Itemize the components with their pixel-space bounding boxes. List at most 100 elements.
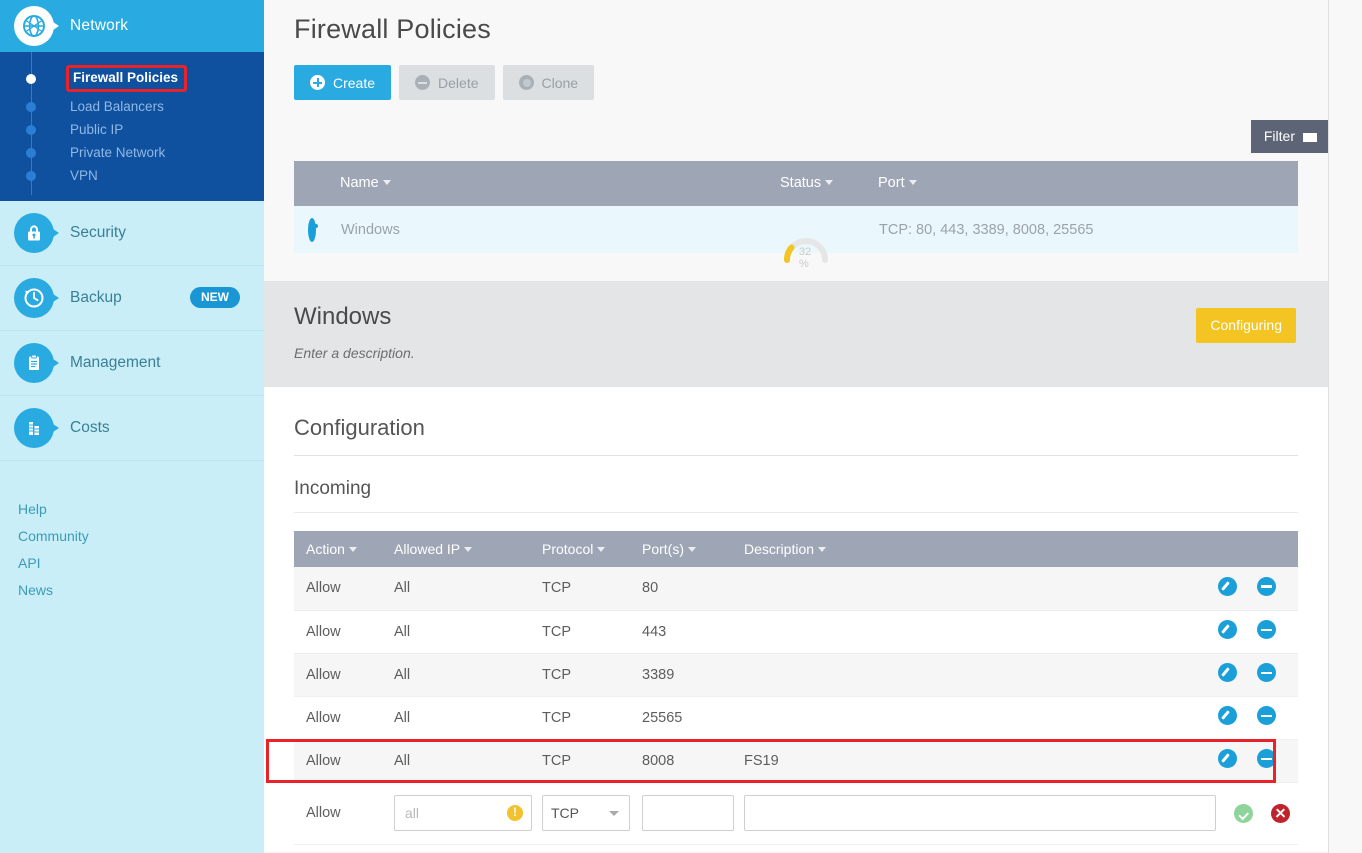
- sidebar-section-network[interactable]: Network: [0, 0, 264, 52]
- sidebar-item-security[interactable]: Security: [0, 201, 264, 266]
- policy-header-status-label: Status: [780, 175, 821, 191]
- rules-header-action[interactable]: Action: [294, 531, 394, 567]
- rules-header-allowed-ip[interactable]: Allowed IP: [394, 531, 542, 567]
- rule-description: [744, 610, 1188, 653]
- sidebar-item-costs[interactable]: Costs: [0, 396, 264, 461]
- policy-header-status[interactable]: Status: [780, 161, 878, 206]
- table-row-highlighted[interactable]: Allow All TCP 8008 FS19: [294, 739, 1298, 782]
- sidebar-item-private-network[interactable]: Private Network: [0, 141, 264, 164]
- rules-header-description[interactable]: Description: [744, 531, 1188, 567]
- configuration-title: Configuration: [294, 387, 1298, 456]
- rules-header-protocol[interactable]: Protocol: [542, 531, 642, 567]
- remove-rule-icon[interactable]: [1257, 577, 1276, 596]
- rule-actions-cell: [1188, 653, 1298, 696]
- submenu-dot-icon: [26, 102, 36, 112]
- sidebar-item-load-balancers[interactable]: Load Balancers: [0, 95, 264, 118]
- rule-description: [744, 653, 1188, 696]
- edit-rule-icon[interactable]: [1218, 663, 1237, 682]
- clock-restore-icon: [14, 278, 54, 318]
- status-badge: Configuring: [1196, 308, 1296, 343]
- delete-button[interactable]: Delete: [399, 65, 494, 100]
- rule-action: Allow: [294, 610, 394, 653]
- bar-chart-icon: [14, 408, 54, 448]
- clipboard-icon: [14, 343, 54, 383]
- sidebar-item-private-network-label: Private Network: [70, 145, 165, 160]
- policy-header-port[interactable]: Port: [878, 161, 1298, 206]
- delete-button-label: Delete: [438, 75, 478, 91]
- table-row[interactable]: Allow All TCP 3389: [294, 653, 1298, 696]
- description-input[interactable]: [744, 795, 1216, 831]
- clone-button-label: Clone: [542, 75, 579, 91]
- sidebar-item-vpn[interactable]: VPN: [0, 164, 264, 187]
- link-news[interactable]: News: [18, 582, 264, 598]
- sidebar: Network Firewall Policies Load Balancers…: [0, 0, 264, 853]
- confirm-rule-icon[interactable]: [1234, 804, 1253, 823]
- sidebar-network-label: Network: [70, 17, 128, 35]
- remove-rule-icon[interactable]: [1257, 706, 1276, 725]
- table-row[interactable]: Allow All TCP 80: [294, 567, 1298, 610]
- protocol-select[interactable]: TCP: [542, 795, 630, 831]
- clone-button[interactable]: Clone: [503, 65, 595, 100]
- policy-row-radio-cell[interactable]: [294, 206, 340, 253]
- ports-input[interactable]: [642, 795, 734, 831]
- sidebar-item-security-label: Security: [70, 224, 126, 242]
- rule-actions-cell: [1188, 696, 1298, 739]
- rules-header-action-label: Action: [306, 541, 345, 557]
- table-row[interactable]: Allow All TCP 25565: [294, 696, 1298, 739]
- rule-ports: 443: [642, 610, 744, 653]
- minus-icon: [415, 75, 430, 90]
- sidebar-item-management[interactable]: Management: [0, 331, 264, 396]
- sort-caret-icon: [464, 547, 472, 552]
- rule-description: [744, 696, 1188, 739]
- edit-rule-icon[interactable]: [1218, 620, 1237, 639]
- policy-table-header-row: Name Status Port: [294, 161, 1298, 206]
- cancel-rule-icon[interactable]: [1271, 804, 1290, 823]
- new-rule-row[interactable]: Allow TCP: [294, 782, 1298, 844]
- remove-rule-icon[interactable]: [1257, 749, 1276, 768]
- sidebar-item-public-ip[interactable]: Public IP: [0, 118, 264, 141]
- detail-description-placeholder[interactable]: Enter a description.: [294, 345, 1298, 361]
- policy-radio-selected[interactable]: [308, 218, 316, 242]
- rule-allowed-ip: All: [394, 653, 542, 696]
- sidebar-footer-links: Help Community API News: [0, 461, 264, 598]
- create-button[interactable]: Create: [294, 65, 391, 100]
- sidebar-item-public-ip-label: Public IP: [70, 122, 123, 137]
- backup-new-badge: NEW: [190, 287, 240, 308]
- sort-caret-icon: [597, 547, 605, 552]
- rule-ports: 8008: [642, 739, 744, 782]
- policy-header-name[interactable]: Name: [340, 161, 780, 206]
- edit-rule-icon[interactable]: [1218, 577, 1237, 596]
- rule-action: Allow: [294, 696, 394, 739]
- lock-icon: [14, 213, 54, 253]
- rules-header-protocol-label: Protocol: [542, 541, 593, 557]
- filter-button[interactable]: Filter: [1251, 120, 1330, 153]
- link-help[interactable]: Help: [18, 501, 264, 517]
- rules-header-ports[interactable]: Port(s): [642, 531, 744, 567]
- sort-caret-icon: [825, 180, 833, 185]
- rules-header-actions: [1188, 531, 1298, 567]
- remove-rule-icon[interactable]: [1257, 620, 1276, 639]
- edit-rule-icon[interactable]: [1218, 749, 1237, 768]
- link-api[interactable]: API: [18, 555, 264, 571]
- edit-rule-icon[interactable]: [1218, 706, 1237, 725]
- sidebar-item-firewall-policies[interactable]: Firewall Policies: [0, 62, 264, 95]
- sidebar-item-load-balancers-label: Load Balancers: [70, 99, 164, 114]
- rule-ports: 3389: [642, 653, 744, 696]
- sidebar-item-costs-label: Costs: [70, 419, 110, 437]
- network-submenu: Firewall Policies Load Balancers Public …: [0, 52, 264, 201]
- sidebar-item-backup-label: Backup: [70, 289, 122, 307]
- rule-protocol: TCP: [542, 739, 642, 782]
- rule-actions-cell: [1188, 739, 1298, 782]
- remove-rule-icon[interactable]: [1257, 663, 1276, 682]
- link-community[interactable]: Community: [18, 528, 264, 544]
- sort-caret-icon: [818, 547, 826, 552]
- create-button-label: Create: [333, 75, 375, 91]
- new-rule-description-cell: [744, 782, 1298, 844]
- rule-action: Allow: [294, 567, 394, 610]
- new-rule-ip-cell: [394, 782, 542, 844]
- rule-description: [744, 567, 1188, 610]
- table-row[interactable]: Allow All TCP 443: [294, 610, 1298, 653]
- sidebar-item-backup[interactable]: Backup NEW: [0, 266, 264, 331]
- funnel-icon: [1303, 133, 1317, 142]
- table-row[interactable]: Windows 32 % TCP: 80, 443, 3389, 8008, 2…: [294, 206, 1298, 253]
